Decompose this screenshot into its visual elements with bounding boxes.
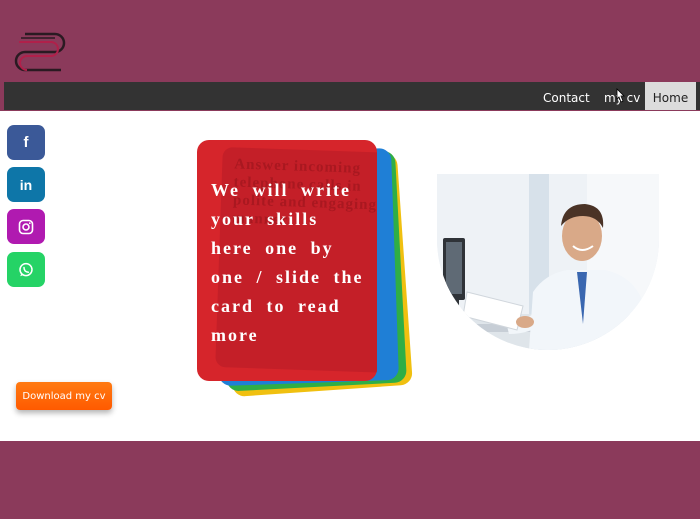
nav-contact-link[interactable]: Contact — [543, 82, 590, 110]
facebook-button[interactable]: f — [7, 125, 45, 160]
instagram-button[interactable] — [7, 209, 45, 244]
download-cv-button[interactable]: Download my cv — [16, 382, 112, 410]
navbar: Contact my cv Home — [4, 82, 700, 110]
linkedin-button[interactable]: in — [7, 167, 45, 202]
whatsapp-icon — [19, 262, 33, 276]
instagram-icon — [18, 219, 34, 234]
card-text: We will write your skills here one by on… — [211, 180, 364, 345]
hero-section: f in Answer incoming telephone calls in … — [0, 111, 700, 441]
skill-card[interactable]: Answer incoming telephone calls in polit… — [197, 140, 377, 381]
profile-photo — [437, 174, 659, 350]
linkedin-icon: in — [19, 176, 33, 193]
mouse-cursor-icon — [616, 88, 625, 103]
nav-home-link[interactable]: Home — [645, 82, 696, 110]
facebook-icon: f — [23, 134, 29, 151]
logo[interactable] — [11, 28, 69, 82]
whatsapp-button[interactable] — [7, 252, 45, 287]
